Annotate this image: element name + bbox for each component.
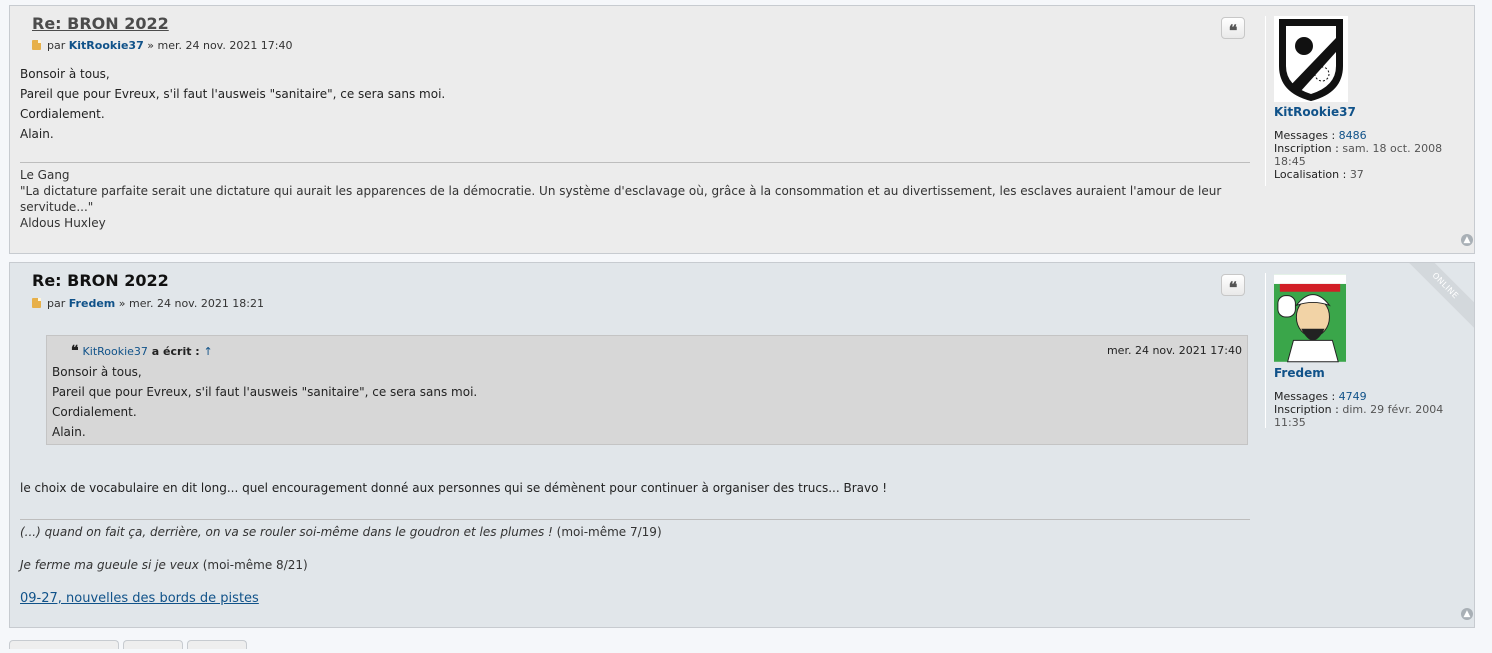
profile-username[interactable]: Fredem: [1274, 367, 1464, 380]
post-title[interactable]: Re: BRON 2022: [32, 271, 169, 290]
quote-icon: ❝: [1228, 21, 1238, 40]
bottom-button[interactable]: [187, 640, 247, 649]
bottom-button[interactable]: [9, 640, 119, 649]
post-profile: KitRookie37 Messages : 8486 Inscription …: [1265, 16, 1464, 186]
post-meta: par Fredem » mer. 24 nov. 2021 18:21: [32, 297, 264, 310]
back-to-top-icon[interactable]: ▲: [1461, 234, 1473, 246]
post-fredem: ONLINE Re: BRON 2022 par Fredem » mer. 2…: [9, 262, 1475, 628]
profile-messages: Messages : 8486: [1274, 129, 1367, 142]
bottom-button[interactable]: [123, 640, 183, 649]
quote-body: Bonsoir à tous, Pareil que pour Evreux, …: [52, 365, 478, 439]
avatar[interactable]: [1274, 273, 1346, 363]
signature: (...) quand on fait ça, derrière, on va …: [20, 519, 1250, 624]
post-content: Bonsoir à tous, Pareil que pour Evreux, …: [20, 67, 446, 141]
quote-mark-icon: ❝: [71, 343, 79, 359]
bottom-controls: [9, 634, 251, 653]
quote-cite: ❝ KitRookie37 a écrit : ↑: [71, 343, 213, 359]
post-kitrookie37: Re: BRON 2022 par KitRookie37 » mer. 24 …: [9, 5, 1475, 254]
quote-date: mer. 24 nov. 2021 17:40: [1106, 344, 1242, 357]
post-content: le choix de vocabulaire en dit long... q…: [20, 481, 888, 495]
profile-messages: Messages : 4749: [1274, 390, 1367, 403]
profile-username[interactable]: KitRookie37: [1274, 106, 1464, 119]
quoted-message: ❝ KitRookie37 a écrit : ↑ mer. 24 nov. 20…: [46, 335, 1248, 445]
back-to-top-icon[interactable]: ▲: [1461, 608, 1473, 620]
post-file-icon[interactable]: [32, 40, 41, 50]
post-file-icon[interactable]: [32, 298, 41, 308]
post-title[interactable]: Re: BRON 2022: [32, 14, 169, 33]
post-author-link[interactable]: Fredem: [69, 297, 116, 310]
profile-inscription: Inscription : sam. 18 oct. 2008 18:45: [1274, 142, 1443, 168]
post-date: mer. 24 nov. 2021 17:40: [157, 39, 293, 52]
post-profile: Fredem Messages : 4749 Inscription : dim…: [1265, 273, 1464, 429]
post-date: mer. 24 nov. 2021 18:21: [128, 297, 265, 310]
quote-button[interactable]: ❝: [1221, 17, 1245, 40]
quote-jump-link[interactable]: ↑: [204, 345, 213, 358]
post-author-link[interactable]: KitRookie37: [69, 39, 144, 52]
profile-localisation: Localisation : 37: [1274, 168, 1364, 181]
post-meta: par KitRookie37 » mer. 24 nov. 2021 17:4…: [32, 39, 293, 52]
quote-icon: ❝: [1228, 278, 1238, 297]
signature: Le Gang "La dictature parfaite serait un…: [20, 162, 1250, 231]
profile-inscription: Inscription : dim. 29 févr. 2004 11:35: [1274, 403, 1444, 429]
quote-author-link[interactable]: KitRookie37: [83, 345, 148, 358]
avatar[interactable]: [1274, 16, 1348, 102]
signature-link[interactable]: 09-27, nouvelles des bords de pistes: [20, 591, 259, 606]
quote-button[interactable]: ❝: [1221, 274, 1245, 297]
